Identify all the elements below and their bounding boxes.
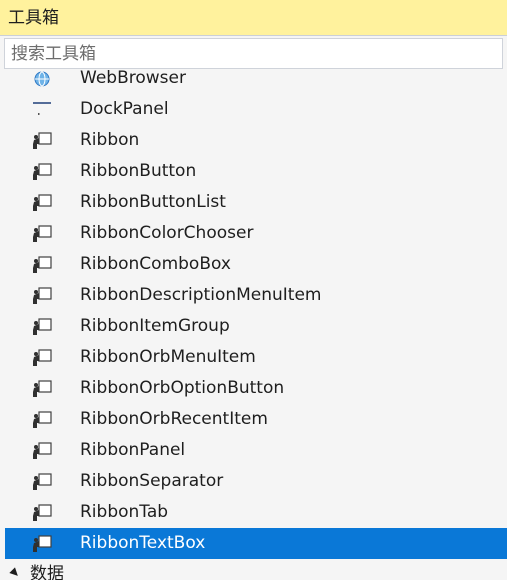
category-header-data[interactable]: 数据: [0, 559, 507, 580]
item-label: RibbonDescriptionMenuItem: [80, 285, 322, 305]
component-icon: [32, 442, 52, 460]
component-icon: [32, 473, 52, 491]
list-item-ribbonorbrecentitem[interactable]: RibbonOrbRecentItem: [0, 404, 507, 435]
component-icon: [32, 225, 52, 243]
component-icon: [32, 411, 52, 429]
list-item-ribbonorboptionbutton[interactable]: RibbonOrbOptionButton: [0, 373, 507, 404]
item-label: RibbonOrbRecentItem: [80, 409, 268, 429]
item-label: RibbonButtonList: [80, 192, 226, 212]
collapse-arrow-icon[interactable]: [9, 567, 21, 579]
list-item-ribbonorbmenuitem[interactable]: RibbonOrbMenuItem: [0, 342, 507, 373]
list-item-ribbontab[interactable]: RibbonTab: [0, 497, 507, 528]
search-box[interactable]: [4, 38, 503, 69]
list-item-ribbonbuttonlist[interactable]: RibbonButtonList: [0, 187, 507, 218]
component-icon: [32, 163, 52, 181]
list-item-ribbondescriptionmenuitem[interactable]: RibbonDescriptionMenuItem: [0, 280, 507, 311]
list-item-ribboncolorchooser[interactable]: RibbonColorChooser: [0, 218, 507, 249]
category-label: 数据: [30, 564, 64, 580]
list-item-ribbonbutton[interactable]: RibbonButton: [0, 156, 507, 187]
list-item-ribbonseparator[interactable]: RibbonSeparator: [0, 466, 507, 497]
component-icon: [32, 535, 52, 553]
item-label: RibbonColorChooser: [80, 223, 254, 243]
toolbox-list[interactable]: WebBrowser DockPanel Ribbon RibbonButton…: [0, 70, 507, 580]
item-label: RibbonButton: [80, 161, 197, 181]
toolbox-panel: 工具箱 WebBrowser: [0, 0, 507, 580]
item-label: RibbonTab: [80, 502, 169, 522]
item-label: Ribbon: [80, 130, 140, 150]
component-icon: [32, 132, 52, 150]
item-label: RibbonTextBox: [80, 533, 206, 553]
item-label: DockPanel: [80, 99, 169, 119]
panel-title: 工具箱: [8, 8, 59, 28]
item-label: RibbonOrbMenuItem: [80, 347, 256, 367]
item-label: RibbonOrbOptionButton: [80, 378, 285, 398]
list-item-ribbonitemgroup[interactable]: RibbonItemGroup: [0, 311, 507, 342]
dock-panel-icon: [32, 101, 52, 119]
component-icon: [32, 318, 52, 336]
component-icon: [32, 349, 52, 367]
component-icon: [32, 287, 52, 305]
list-item-dockpanel[interactable]: DockPanel: [0, 94, 507, 125]
item-label: WebBrowser: [80, 70, 186, 88]
component-icon: [32, 504, 52, 522]
component-icon: [32, 380, 52, 398]
toolbox-title-bar[interactable]: 工具箱: [0, 0, 507, 36]
item-label: RibbonItemGroup: [80, 316, 230, 336]
list-item-ribbon[interactable]: Ribbon: [0, 125, 507, 156]
list-item-ribbontextbox[interactable]: RibbonTextBox: [5, 528, 507, 559]
component-icon: [32, 194, 52, 212]
search-input[interactable]: [5, 39, 502, 68]
list-item-ribbonpanel[interactable]: RibbonPanel: [0, 435, 507, 466]
list-item-ribboncombobox[interactable]: RibbonComboBox: [0, 249, 507, 280]
item-label: RibbonPanel: [80, 440, 186, 460]
component-icon: [32, 256, 52, 274]
item-label: RibbonComboBox: [80, 254, 231, 274]
globe-icon: [32, 70, 52, 88]
item-label: RibbonSeparator: [80, 471, 224, 491]
list-item-webbrowser[interactable]: WebBrowser: [0, 70, 507, 94]
